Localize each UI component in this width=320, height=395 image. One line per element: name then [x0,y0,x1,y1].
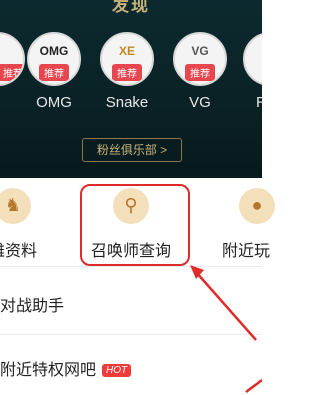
annotation-arrow [190,265,262,393]
